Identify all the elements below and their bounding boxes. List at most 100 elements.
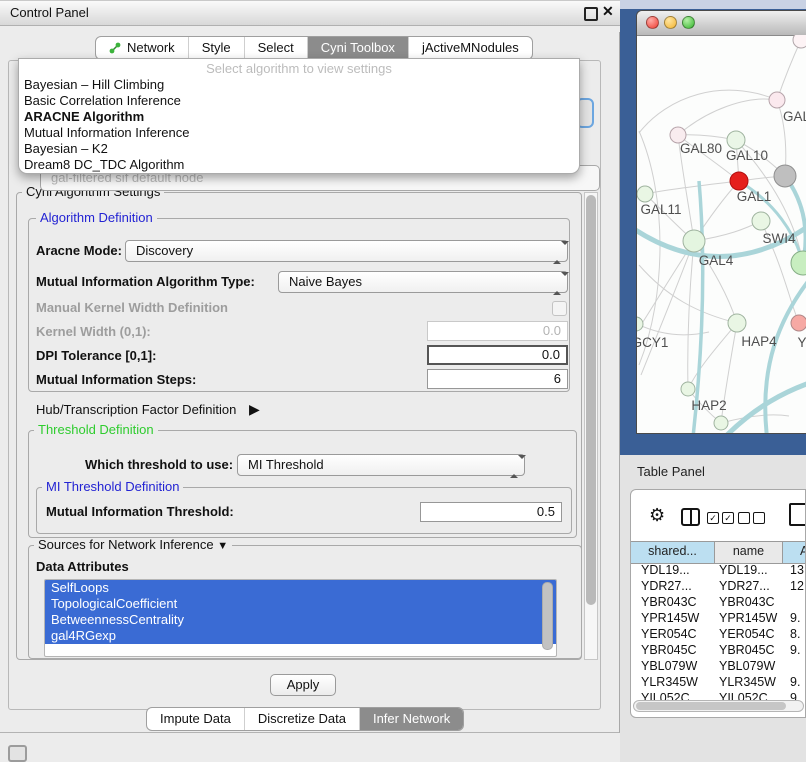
tab-jactivemnodules[interactable]: jActiveMNodules bbox=[408, 37, 532, 59]
hub-definition-expander[interactable]: Hub/Transcription Factor Definition ▶ bbox=[36, 398, 260, 421]
network-node-y[interactable] bbox=[791, 315, 806, 331]
algorithm-option[interactable]: Dream8 DC_TDC Algorithm bbox=[19, 157, 579, 173]
spinner-arrows-icon bbox=[553, 276, 562, 289]
table-row[interactable]: YPR145WYPR145W9. bbox=[631, 610, 806, 626]
column-header[interactable]: A bbox=[783, 542, 806, 563]
table-cell: YBR045C bbox=[715, 642, 783, 658]
sources-legend[interactable]: Sources for Network Inference ▼ bbox=[34, 538, 232, 553]
tab-discretize-data[interactable]: Discretize Data bbox=[244, 708, 359, 730]
node-label: GCY1 bbox=[637, 335, 668, 350]
tab-impute-data[interactable]: Impute Data bbox=[147, 708, 244, 730]
table-row[interactable]: YLR345WYLR345W9. bbox=[631, 674, 806, 690]
dpi-tolerance-field[interactable]: 0.0 bbox=[427, 345, 568, 365]
attribute-item[interactable]: TopologicalCoefficient bbox=[45, 596, 556, 612]
gear-icon[interactable]: ⚙ bbox=[649, 505, 665, 526]
which-threshold-label: Which threshold to use: bbox=[85, 454, 233, 476]
kernel-width-label: Kernel Width (0,1): bbox=[36, 321, 151, 343]
mi-threshold-field[interactable]: 0.5 bbox=[420, 502, 562, 522]
network-node-gcy1[interactable] bbox=[637, 317, 643, 331]
algorithm-dropdown-items: Bayesian – Hill ClimbingBasic Correlatio… bbox=[19, 77, 579, 173]
network-node[interactable] bbox=[774, 165, 796, 187]
algorithm-option[interactable]: Basic Correlation Inference bbox=[19, 93, 579, 109]
table-row[interactable]: YBR045CYBR045C9. bbox=[631, 642, 806, 658]
columns-icon[interactable] bbox=[681, 508, 700, 526]
attribute-item[interactable]: gal4RGexp bbox=[45, 628, 556, 644]
settings-scrollbar-thumb[interactable] bbox=[586, 195, 596, 605]
tab-select[interactable]: Select bbox=[244, 37, 307, 59]
network-node[interactable] bbox=[791, 251, 806, 275]
table-cell: YDR27... bbox=[715, 578, 783, 594]
settings-scrollbar[interactable] bbox=[584, 192, 598, 660]
table-row[interactable]: YBL079WYBL079W bbox=[631, 658, 806, 674]
algorithm-option[interactable]: Mutual Information Inference bbox=[19, 125, 579, 141]
manual-kernel-checkbox[interactable] bbox=[552, 301, 567, 316]
network-node-gal1[interactable] bbox=[730, 172, 748, 190]
network-node-gal[interactable] bbox=[769, 92, 785, 108]
spinner-arrows-icon bbox=[553, 245, 562, 258]
sources-title: Sources for Network Inference bbox=[38, 537, 214, 552]
minimize-traffic-light[interactable] bbox=[664, 16, 677, 29]
apply-button[interactable]: Apply bbox=[270, 674, 336, 696]
table-cell: YBR043C bbox=[631, 594, 715, 610]
network-node[interactable] bbox=[714, 416, 728, 430]
kernel-width-field[interactable]: 0.0 bbox=[427, 321, 568, 341]
network-node-swi4[interactable] bbox=[752, 212, 770, 230]
mi-steps-field[interactable]: 6 bbox=[427, 369, 568, 389]
tab-cyni-toolbox[interactable]: Cyni Toolbox bbox=[307, 37, 408, 59]
document-icon[interactable] bbox=[789, 503, 806, 526]
attribute-item[interactable]: BetweennessCentrality bbox=[45, 612, 556, 628]
float-window-icon[interactable] bbox=[584, 7, 598, 21]
unchecked-box-icon[interactable] bbox=[753, 512, 765, 524]
close-icon[interactable]: ✕ bbox=[602, 3, 614, 20]
algorithm-option[interactable]: ARACNE Algorithm bbox=[19, 109, 579, 125]
checked-box-icon[interactable]: ✓ bbox=[707, 512, 719, 524]
tab-label: Select bbox=[258, 37, 294, 59]
table-hscrollbar[interactable] bbox=[633, 700, 804, 712]
data-attributes-list: SelfLoopsTopologicalCoefficientBetweenne… bbox=[44, 579, 557, 657]
network-canvas[interactable]: GALGAL80GAL10GAL1GAL11SWI4GAL4GCY1HAP4YH… bbox=[637, 35, 806, 434]
table-cell: YDL19... bbox=[715, 562, 783, 578]
network-node[interactable] bbox=[793, 35, 806, 48]
aracne-mode-combo[interactable]: Discovery bbox=[125, 240, 568, 262]
tab-infer-network[interactable]: Infer Network bbox=[359, 708, 463, 730]
minimized-panel-icon[interactable] bbox=[8, 745, 27, 762]
algorithm-definition-legend: Algorithm Definition bbox=[36, 211, 157, 225]
zoom-traffic-light[interactable] bbox=[682, 16, 695, 29]
tab-network[interactable]: Network bbox=[96, 37, 188, 59]
attribute-item[interactable]: SelfLoops bbox=[45, 580, 556, 596]
column-header[interactable]: shared... bbox=[631, 542, 715, 563]
table-hscrollbar-thumb[interactable] bbox=[636, 702, 786, 710]
table-cell: 8. bbox=[783, 626, 806, 642]
table-cell: 9. bbox=[783, 674, 806, 690]
table-row[interactable]: YER054CYER054C8. bbox=[631, 626, 806, 642]
network-node-hap4[interactable] bbox=[728, 314, 746, 332]
close-traffic-light[interactable] bbox=[646, 16, 659, 29]
network-node-gal11[interactable] bbox=[637, 186, 653, 202]
unchecked-box-icon[interactable] bbox=[738, 512, 750, 524]
table-row[interactable]: YDL19...YDL19...13 bbox=[631, 562, 806, 578]
node-label: HAP4 bbox=[741, 334, 777, 349]
tab-style[interactable]: Style bbox=[188, 37, 244, 59]
algorithm-option[interactable]: Bayesian – K2 bbox=[19, 141, 579, 157]
algorithm-option[interactable]: Bayesian – Hill Climbing bbox=[19, 77, 579, 93]
collapse-arrow-icon: ▼ bbox=[217, 540, 228, 552]
list-scrollbar-thumb[interactable] bbox=[542, 582, 553, 650]
table-row[interactable]: YDR27...YDR27...12 bbox=[631, 578, 806, 594]
network-tab-icon bbox=[109, 42, 121, 54]
column-header[interactable]: name bbox=[715, 542, 783, 563]
node-label: GAL80 bbox=[680, 141, 722, 156]
network-nodes: GALGAL80GAL10GAL1GAL11SWI4GAL4GCY1HAP4YH… bbox=[637, 35, 806, 430]
screen: Control Panel ✕ NetworkStyleSelectCyni T… bbox=[0, 0, 806, 762]
table-header: shared...nameA bbox=[631, 541, 806, 564]
table-body: YDL19...YDL19...13YDR27...YDR27...12YBR0… bbox=[631, 562, 806, 706]
tab-label: Cyni Toolbox bbox=[321, 37, 395, 59]
network-window-titlebar[interactable] bbox=[637, 11, 806, 36]
network-node-gal4[interactable] bbox=[683, 230, 705, 252]
checked-box-icon[interactable]: ✓ bbox=[722, 512, 734, 524]
network-node-hap2[interactable] bbox=[681, 382, 695, 396]
mi-type-combo[interactable]: Naive Bayes bbox=[278, 271, 568, 293]
table-row[interactable]: YBR043CYBR043C bbox=[631, 594, 806, 610]
node-label: GAL1 bbox=[737, 189, 772, 204]
network-node-gal10[interactable] bbox=[727, 131, 745, 149]
which-threshold-combo[interactable]: MI Threshold bbox=[237, 454, 525, 476]
